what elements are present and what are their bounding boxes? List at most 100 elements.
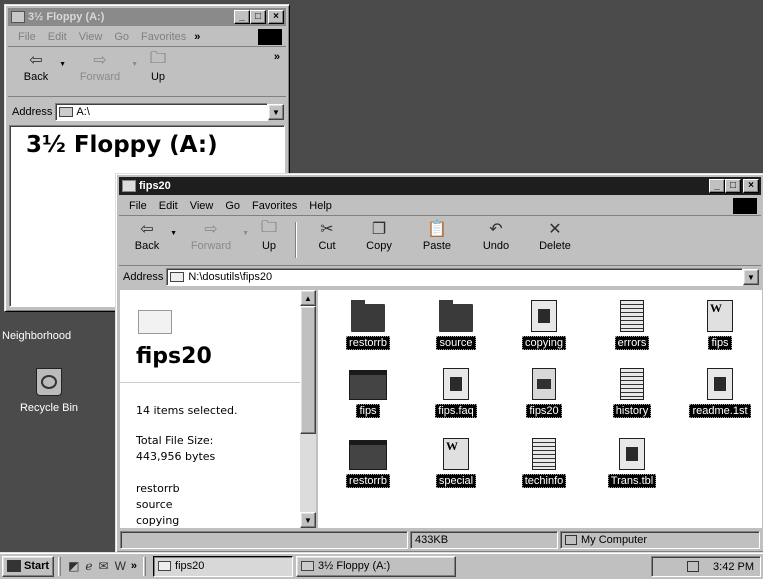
tasks-grip [143,556,147,576]
file-label: copying [522,336,566,350]
file-item[interactable]: restorrb [328,294,408,350]
document-icon [619,438,645,470]
network-tray-icon[interactable] [687,561,700,572]
start-label: Start [24,560,50,572]
up-button[interactable]: 🗀 Up [249,218,289,253]
outlook-express-icon[interactable]: ✉ [99,559,109,573]
delete-button[interactable]: ✕ Delete [525,218,585,252]
text-file-icon [620,368,644,400]
selection-count: 14 items selected. [136,404,238,417]
maximize-button[interactable]: □ [250,10,266,24]
close-button[interactable]: × [743,179,759,193]
word-icon[interactable]: W [115,559,126,573]
scroll-down-button[interactable]: ▼ [300,512,316,528]
quicklaunch-more-chevron[interactable]: » [131,560,137,572]
system-tray: 3:42 PM [651,556,761,577]
menu-file[interactable]: File [123,200,153,212]
file-item[interactable]: Wspecial [416,432,496,488]
file-label: fips20 [526,404,562,418]
internet-explorer-icon[interactable]: ℯ [85,559,92,573]
windows-logo-throbber [258,29,282,45]
quicklaunch-grip[interactable] [58,556,62,576]
file-item[interactable]: copying [504,294,584,350]
cut-button[interactable]: ✂ Cut [303,218,351,252]
menu-edit[interactable]: Edit [42,31,73,43]
toolbar-more-chevron[interactable]: » [274,51,280,63]
menu-go[interactable]: Go [219,200,246,212]
forward-arrow-icon: ⇨ [204,221,218,238]
menu-more-chevron[interactable]: » [192,31,202,43]
file-item[interactable]: Wfips [680,294,760,350]
address-dropdown-button[interactable]: ▼ [268,104,284,120]
forward-dropdown-icon[interactable]: ▼ [242,230,249,237]
file-item[interactable]: Trans.tbl [592,432,672,488]
address-input[interactable]: A:\ [55,103,268,121]
clipboard-icon: 📋 [427,221,447,238]
floppy-heading: 3½ Floppy (A:) [26,132,218,158]
network-neighborhood-icon-label[interactable]: Neighborhood [2,330,92,342]
task-button-floppy[interactable]: 3½ Floppy (A:) [296,555,457,577]
file-icon-box [707,362,733,400]
back-button[interactable]: ⇦ Back ▼ [125,218,177,252]
menu-file[interactable]: File [12,31,42,43]
minimize-button[interactable]: _ [234,10,250,24]
file-label: fips [708,336,732,350]
fips20-addressbar: Address N:\dosutils\fips20 ▼ [119,266,761,288]
selected-name: restorrb [136,482,180,495]
paste-button[interactable]: 📋 Paste [407,218,467,252]
panel-scrollbar[interactable]: ▲ ▼ [300,290,316,528]
file-item[interactable]: restorrb [328,432,408,488]
file-item[interactable]: fips20 [504,362,584,418]
maximize-button[interactable]: □ [725,179,741,193]
address-input[interactable]: N:\dosutils\fips20 [166,268,743,286]
menu-edit[interactable]: Edit [153,200,184,212]
address-dropdown-button[interactable]: ▼ [743,269,759,285]
menu-favorites[interactable]: Favorites [135,31,192,43]
forward-button[interactable]: ⇨ Forward ▼ [70,49,138,83]
back-dropdown-icon[interactable]: ▼ [170,230,177,237]
file-item[interactable]: errors [592,294,672,350]
menu-favorites[interactable]: Favorites [246,200,303,212]
file-item[interactable]: fips.faq [416,362,496,418]
undo-button[interactable]: ↶ Undo [467,218,525,252]
back-dropdown-icon[interactable]: ▼ [59,61,66,68]
floppy-titlebar[interactable]: 3½ Floppy (A:) _ □ × [8,8,286,26]
floppy-toolbar: ⇦ Back ▼ ⇨ Forward ▼ 🗀 Up » [8,49,286,97]
recycle-bin[interactable]: Recycle Bin [4,368,94,414]
file-item[interactable]: fips [328,362,408,418]
clock[interactable]: 3:42 PM [713,561,754,573]
menu-view[interactable]: View [73,31,109,43]
file-item[interactable]: readme.1st [680,362,760,418]
minimize-button[interactable]: _ [709,179,725,193]
panel-divider [120,382,300,383]
folder-icon [351,300,385,332]
file-item[interactable]: history [592,362,672,418]
task-button-fips20[interactable]: fips20 [153,555,294,577]
file-item[interactable]: source [416,294,496,350]
scroll-thumb[interactable] [300,306,316,434]
file-item[interactable]: techinfo [504,432,584,488]
back-button[interactable]: ⇦ Back ▼ [14,49,66,83]
show-desktop-icon[interactable]: ◩ [68,559,79,573]
scroll-up-button[interactable]: ▲ [300,290,316,306]
copy-button[interactable]: ❐ Copy [351,218,407,252]
task-label: fips20 [175,560,205,572]
word-document-icon: W [707,300,733,332]
taskbar: Start ◩ ℯ ✉ W » fips20 3½ Floppy (A:) 3:… [0,552,763,579]
up-folder-icon: 🗀 [149,49,166,67]
up-button[interactable]: 🗀 Up [138,49,178,84]
menu-go[interactable]: Go [108,31,135,43]
floppy-menubar: File Edit View Go Favorites » [8,27,286,47]
total-size-label: Total File Size: [136,434,214,447]
menu-help[interactable]: Help [303,200,338,212]
start-button[interactable]: Start [2,555,55,577]
forward-button[interactable]: ⇨ Forward ▼ [181,218,249,252]
close-button[interactable]: × [268,10,284,24]
drive-icon [59,107,74,117]
windows-flag-icon [7,560,21,572]
fips20-titlebar[interactable]: fips20 _ □ × [119,177,761,195]
menu-view[interactable]: View [184,200,220,212]
forward-dropdown-icon[interactable]: ▼ [131,61,138,68]
desktop: Neighborhood Recycle Bin 3½ Floppy (A:) … [0,0,763,553]
floppy-window-title: 3½ Floppy (A:) [28,11,105,23]
